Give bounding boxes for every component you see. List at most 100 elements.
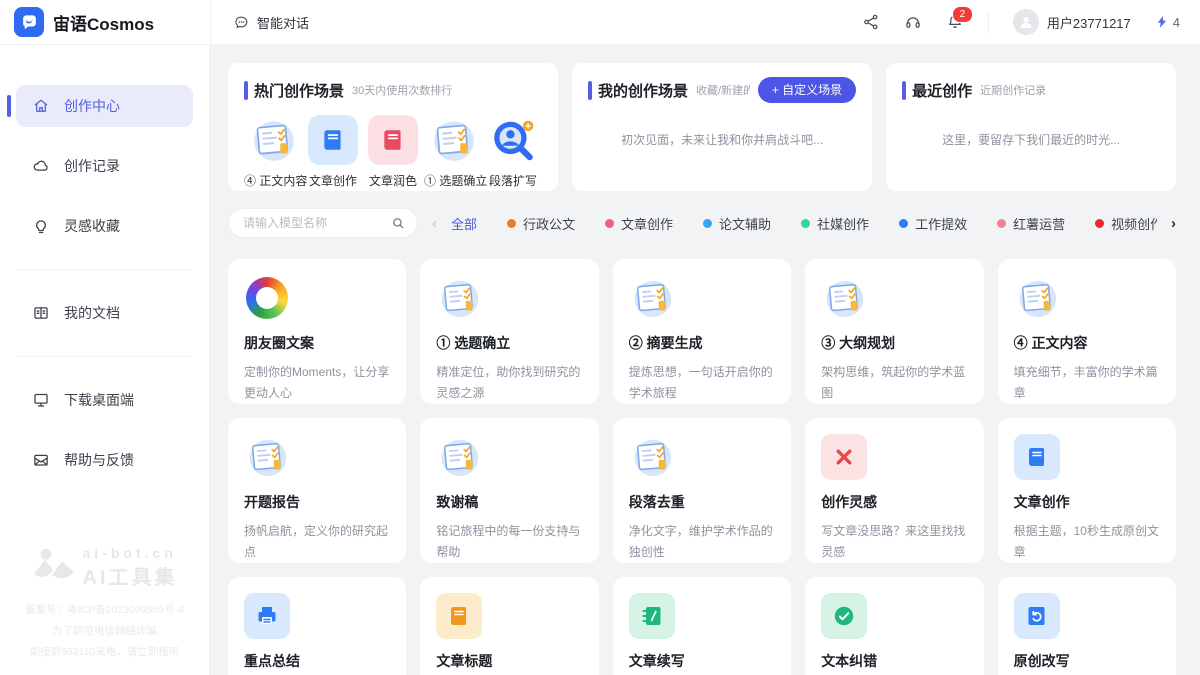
scene-card[interactable]: 创作灵感写文章没思路？来这里找找灵感 bbox=[805, 418, 983, 563]
username: 用户23771217 bbox=[1047, 13, 1131, 32]
icp-line: 备案号：粤ICP备2023009559号-4 bbox=[0, 600, 209, 621]
scene-card[interactable]: 文章创作根据主题，10秒生成原创文章 bbox=[998, 418, 1176, 563]
scene-card-title: ③ 大纲规划 bbox=[821, 333, 967, 353]
sidebar-item-docs[interactable]: 我的文档 bbox=[16, 292, 193, 334]
sidebar-item-mail[interactable]: 帮助与反馈 bbox=[16, 439, 193, 481]
scene-card[interactable]: 原创改写主题不变，智能改写文章 bbox=[998, 577, 1176, 675]
sidebar-item-label: 下载桌面端 bbox=[64, 390, 134, 410]
scene-card[interactable]: 开题报告扬帆启航，定义你的研究起点 bbox=[228, 418, 406, 563]
share-icon[interactable] bbox=[862, 13, 880, 31]
scene-card[interactable]: ① 选题确立精准定位，助你找到研究的灵感之源 bbox=[420, 259, 598, 404]
sidebar-divider bbox=[16, 356, 193, 357]
cross-icon bbox=[821, 434, 867, 480]
hot-scene-item[interactable]: ④ 正文内容 bbox=[244, 115, 302, 189]
category-dot-icon bbox=[997, 219, 1006, 228]
scene-card-desc: 铭记旅程中的每一份支持与帮助 bbox=[436, 521, 582, 563]
sidebar-item-bulb[interactable]: 灵感收藏 bbox=[16, 205, 193, 247]
nav-smart-chat[interactable]: 智能对话 bbox=[233, 13, 309, 32]
scene-card-title: 重点总结 bbox=[244, 651, 390, 671]
nav-smart-chat-label: 智能对话 bbox=[257, 13, 309, 32]
sidebar-item-cloud[interactable]: 创作记录 bbox=[16, 145, 193, 187]
category-tab[interactable]: 红薯运营 bbox=[997, 208, 1065, 239]
scene-card-grid: 朋友圈文案定制你的Moments，让分享更动人心① 选题确立精准定位，助你找到研… bbox=[228, 259, 1176, 675]
my-panel-subtitle: 收藏/新建的创作场景 bbox=[696, 82, 750, 98]
search-icon[interactable] bbox=[391, 216, 405, 230]
doc-illu-icon bbox=[428, 115, 478, 165]
category-tab-label: 视频创作 bbox=[1111, 214, 1157, 233]
scene-card[interactable]: 段落去重净化文字，维护学术作品的独创性 bbox=[613, 418, 791, 563]
scene-card[interactable]: ④ 正文内容填充细节，丰富你的学术篇章 bbox=[998, 259, 1176, 404]
mail-icon bbox=[32, 451, 50, 469]
sidebar-item-monitor[interactable]: 下载桌面端 bbox=[16, 379, 193, 421]
hot-scene-item[interactable]: ① 选题确立 bbox=[424, 115, 482, 189]
scene-card[interactable]: ② 摘要生成提炼思想，一句话开启你的学术旅程 bbox=[613, 259, 791, 404]
scene-card[interactable]: 文章标题根据主题及文章内容，生成媒 bbox=[420, 577, 598, 675]
scene-card-title: 开题报告 bbox=[244, 492, 390, 512]
my-scenes-panel: 我的创作场景 收藏/新建的创作场景 + 自定义场景 初次见面，未来让我和你并肩战… bbox=[572, 63, 872, 191]
category-tab[interactable]: 全部 bbox=[451, 208, 477, 239]
scene-card[interactable]: 文本纠错智能修正错别字，纠正语法 bbox=[805, 577, 983, 675]
category-tab-label: 全部 bbox=[451, 214, 477, 233]
hot-scene-item[interactable]: 段落扩写 bbox=[484, 115, 542, 189]
hot-scene-item[interactable]: 文章创作 bbox=[304, 115, 362, 189]
scene-card[interactable]: 文章续写延续风格续写文章 bbox=[613, 577, 791, 675]
category-tab[interactable]: 文章创作 bbox=[605, 208, 673, 239]
scene-card[interactable]: ③ 大纲规划架构思维，筑起你的学术蓝图 bbox=[805, 259, 983, 404]
category-dot-icon bbox=[507, 219, 516, 228]
book-icon bbox=[1014, 434, 1060, 480]
bulb-icon bbox=[32, 217, 50, 235]
search-input[interactable] bbox=[241, 215, 383, 231]
doc-illu-icon bbox=[1014, 275, 1060, 321]
scene-card-title: 致谢稿 bbox=[436, 492, 582, 512]
brand[interactable]: 宙语Cosmos bbox=[0, 0, 210, 44]
scene-card-title: 段落去重 bbox=[629, 492, 775, 512]
tabs-scroll-left-icon[interactable]: ‹ bbox=[432, 216, 437, 231]
top-header: 宙语Cosmos 智能对话 2 用户237 bbox=[0, 0, 1200, 45]
scene-card-title: 文章创作 bbox=[1014, 492, 1160, 512]
app-title: 宙语Cosmos bbox=[53, 10, 154, 35]
sidebar-item-home[interactable]: 创作中心 bbox=[16, 85, 193, 127]
avatar bbox=[1013, 9, 1039, 35]
energy-counter[interactable]: 4 bbox=[1155, 15, 1180, 30]
hot-scene-item[interactable]: 文章润色 bbox=[364, 115, 422, 189]
category-tab[interactable]: 行政公文 bbox=[507, 208, 575, 239]
fraud-line-1: 为了防范电信网络诈骗 bbox=[0, 621, 209, 642]
category-tab[interactable]: 社媒创作 bbox=[801, 208, 869, 239]
scene-card-title: 文章标题 bbox=[436, 651, 582, 671]
app-logo-icon bbox=[14, 7, 44, 37]
notifications-bell-icon[interactable]: 2 bbox=[946, 13, 964, 31]
category-tab[interactable]: 视频创作 bbox=[1095, 208, 1157, 239]
scene-card[interactable]: 朋友圈文案定制你的Moments，让分享更动人心 bbox=[228, 259, 406, 404]
book-icon bbox=[368, 115, 418, 165]
watermark: ai-bot.cn AI工具集 备案号：粤ICP备2023009559号-4 为… bbox=[0, 545, 209, 663]
scene-card-title: 朋友圈文案 bbox=[244, 333, 390, 353]
doc-illu-icon bbox=[244, 434, 290, 480]
doc-illu-icon bbox=[629, 275, 675, 321]
scene-card-title: ④ 正文内容 bbox=[1014, 333, 1160, 353]
scene-card-desc: 精准定位，助你找到研究的灵感之源 bbox=[436, 362, 582, 404]
scene-card-desc: 净化文字，维护学术作品的独创性 bbox=[629, 521, 775, 563]
headset-icon[interactable] bbox=[904, 13, 922, 31]
user-menu[interactable]: 用户23771217 bbox=[1013, 9, 1131, 35]
scene-card[interactable]: 致谢稿铭记旅程中的每一份支持与帮助 bbox=[420, 418, 598, 563]
header-divider bbox=[988, 11, 989, 33]
sidebar-item-label: 帮助与反馈 bbox=[64, 450, 134, 470]
doc-illu-icon bbox=[436, 434, 482, 480]
category-tab[interactable]: 论文辅助 bbox=[703, 208, 771, 239]
scene-card-title: 文章续写 bbox=[629, 651, 775, 671]
category-tab[interactable]: 工作提效 bbox=[899, 208, 967, 239]
category-tab-label: 工作提效 bbox=[915, 214, 967, 233]
doc-illu-icon bbox=[248, 115, 298, 165]
monitor-icon bbox=[32, 391, 50, 409]
hot-items: ④ 正文内容文章创作文章润色① 选题确立段落扩写 bbox=[244, 115, 542, 189]
chat-bubble-icon bbox=[233, 14, 250, 31]
custom-scene-button[interactable]: + 自定义场景 bbox=[758, 77, 856, 103]
header-actions: 2 用户23771217 4 bbox=[862, 9, 1200, 35]
model-search bbox=[228, 208, 418, 238]
scene-card[interactable]: 重点总结文章重点内容总结 bbox=[228, 577, 406, 675]
energy-count: 4 bbox=[1173, 15, 1180, 30]
category-tab-label: 红薯运营 bbox=[1013, 214, 1065, 233]
tabs-scroll-right-icon[interactable]: › bbox=[1171, 216, 1176, 231]
sidebar-item-label: 灵感收藏 bbox=[64, 216, 120, 236]
check-icon bbox=[821, 593, 867, 639]
